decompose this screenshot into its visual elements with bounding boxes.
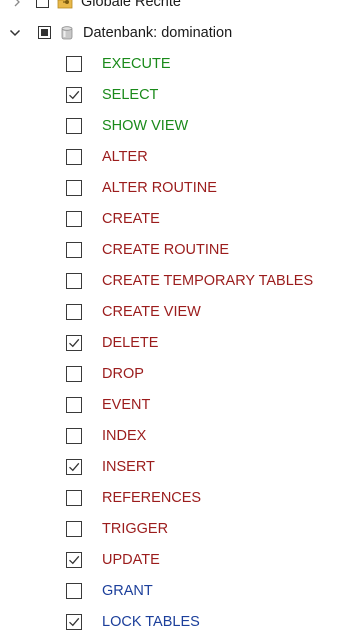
checkbox-unchecked[interactable] (66, 272, 82, 289)
privilege-item-insert[interactable]: INSERT (0, 451, 344, 482)
privilege-label: EXECUTE (102, 55, 171, 72)
privilege-label: GRANT (102, 582, 153, 599)
chevron-down-icon[interactable] (8, 26, 22, 40)
checkbox-unchecked[interactable] (66, 117, 82, 134)
checkbox-checked[interactable] (66, 86, 82, 103)
checkbox-unchecked[interactable] (66, 489, 82, 506)
privilege-label: CREATE (102, 210, 160, 227)
privilege-label: CREATE TEMPORARY TABLES (102, 272, 314, 289)
privilege-item-trigger[interactable]: TRIGGER (0, 513, 344, 544)
privilege-item-drop[interactable]: DROP (0, 358, 344, 389)
tree-node-database[interactable]: Datenbank: domination (0, 17, 344, 48)
privilege-item-delete[interactable]: DELETE (0, 327, 344, 358)
privilege-item-execute[interactable]: EXECUTE (0, 48, 344, 79)
privilege-item-event[interactable]: EVENT (0, 389, 344, 420)
privilege-item-update[interactable]: UPDATE (0, 544, 344, 575)
privilege-label: INDEX (102, 427, 147, 444)
privilege-item-show-view[interactable]: SHOW VIEW (0, 110, 344, 141)
privilege-label: INSERT (102, 458, 155, 475)
checkbox-unchecked[interactable] (66, 148, 82, 165)
privilege-item-create-view[interactable]: CREATE VIEW (0, 296, 344, 327)
folder-key-icon (57, 0, 73, 10)
privilege-label: DELETE (102, 334, 159, 351)
privilege-label: DROP (102, 365, 144, 382)
checkbox-unchecked[interactable] (66, 520, 82, 537)
privilege-tree: Globale Rechte Datenbank: domination EXE… (0, 0, 344, 637)
privilege-label: SHOW VIEW (102, 117, 189, 134)
tree-node-label: Datenbank: domination (83, 24, 233, 41)
checkbox-database[interactable] (38, 26, 51, 39)
privilege-item-alter-routine[interactable]: ALTER ROUTINE (0, 172, 344, 203)
privilege-label: CREATE VIEW (102, 303, 201, 320)
privilege-item-lock-tables[interactable]: LOCK TABLES (0, 606, 344, 637)
checkbox-checked[interactable] (66, 458, 82, 475)
privilege-label: SELECT (102, 86, 159, 103)
privilege-label: LOCK TABLES (102, 613, 200, 630)
checkbox-unchecked[interactable] (66, 303, 82, 320)
privilege-label: REFERENCES (102, 489, 202, 506)
checkbox-unchecked[interactable] (66, 179, 82, 196)
privilege-item-grant[interactable]: GRANT (0, 575, 344, 606)
privilege-label: ALTER ROUTINE (102, 179, 217, 196)
privilege-label: UPDATE (102, 551, 160, 568)
privilege-label: ALTER (102, 148, 148, 165)
checkbox-unchecked[interactable] (66, 582, 82, 599)
checkbox-checked[interactable] (66, 551, 82, 568)
privilege-list: EXECUTE SELECT SHOW VIEW ALTER ALTER ROUTINE… (0, 48, 344, 637)
checkbox-unchecked[interactable] (66, 427, 82, 444)
privilege-item-references[interactable]: REFERENCES (0, 482, 344, 513)
checkbox-unchecked[interactable] (66, 210, 82, 227)
privilege-label: EVENT (102, 396, 151, 413)
checkbox-unchecked[interactable] (66, 241, 82, 258)
checkbox-checked[interactable] (66, 613, 82, 630)
checkbox-unchecked[interactable] (66, 55, 82, 72)
privilege-item-index[interactable]: INDEX (0, 420, 344, 451)
checkbox-checked[interactable] (66, 334, 82, 351)
privilege-item-create-routine[interactable]: CREATE ROUTINE (0, 234, 344, 265)
checkbox-global-rights[interactable] (36, 0, 49, 8)
privilege-label: TRIGGER (102, 520, 169, 537)
checkbox-unchecked[interactable] (66, 365, 82, 382)
privilege-item-create[interactable]: CREATE (0, 203, 344, 234)
chevron-right-icon[interactable] (10, 0, 24, 9)
privilege-label: CREATE ROUTINE (102, 241, 230, 258)
database-icon (59, 25, 75, 41)
privilege-item-alter[interactable]: ALTER (0, 141, 344, 172)
checkbox-unchecked[interactable] (66, 396, 82, 413)
privilege-item-select[interactable]: SELECT (0, 79, 344, 110)
tree-node-global-rights[interactable]: Globale Rechte (0, 0, 344, 17)
tree-node-label: Globale Rechte (81, 0, 181, 10)
privilege-item-create-temporary-tables[interactable]: CREATE TEMPORARY TABLES (0, 265, 344, 296)
